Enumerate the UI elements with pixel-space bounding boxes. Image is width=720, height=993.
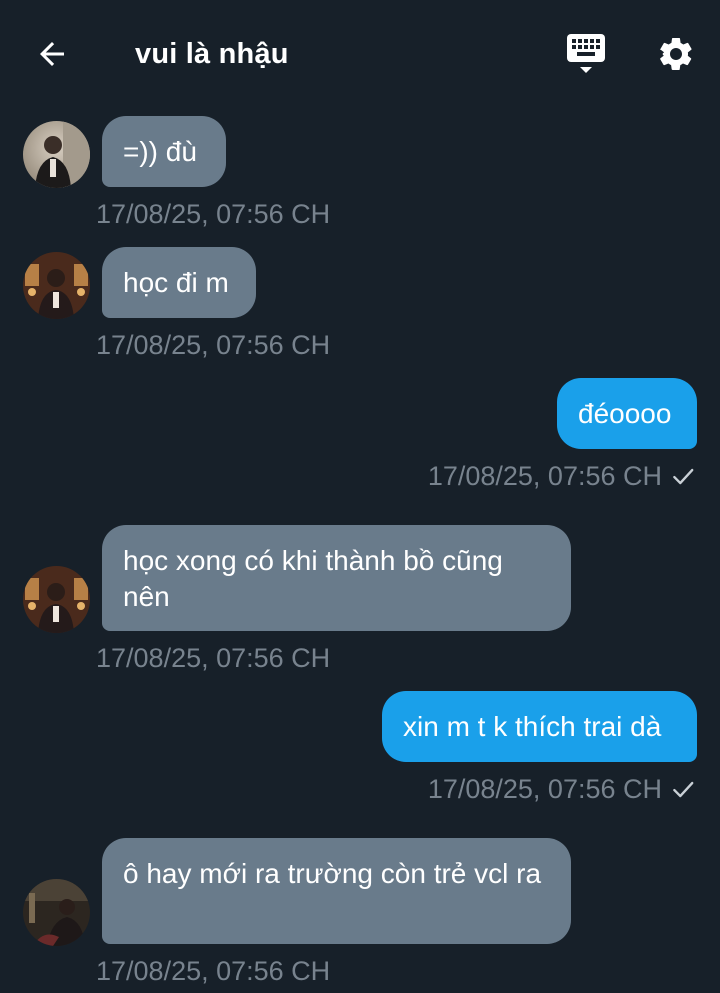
message-timestamp: 17/08/25, 07:56 CH <box>96 643 331 673</box>
outgoing-message-bubble[interactable]: xin m t k thích trai dà <box>382 691 697 762</box>
message-text: học đi m <box>123 266 229 298</box>
message-timestamp-row: 17/08/25, 07:56 CH <box>428 459 696 493</box>
message-timestamp: 17/08/25, 07:56 CH <box>96 199 331 229</box>
message-timestamp: 17/08/25, 07:56 CH <box>427 774 662 804</box>
arrow-left-icon <box>40 42 64 66</box>
keyboard-icon <box>567 34 605 73</box>
message-timestamp: 17/08/25, 07:56 CH <box>427 461 662 491</box>
incoming-message-bubble[interactable]: học đi m <box>102 247 256 318</box>
sender-avatar[interactable] <box>23 566 90 633</box>
incoming-message-bubble[interactable]: ô hay mới ra trường còn trẻ vcl ra <box>102 838 571 944</box>
keyboard-button[interactable] <box>560 28 612 80</box>
message-text: ô hay mới ra trường còn trẻ vcl ra <box>123 858 542 889</box>
incoming-message-bubble[interactable]: học xong có khi thành bồ cũng nên <box>102 525 571 631</box>
sender-avatar[interactable] <box>23 252 90 319</box>
sender-avatar[interactable] <box>23 121 90 188</box>
message-text: xin m t k thích trai dà <box>403 710 662 742</box>
sender-avatar[interactable] <box>23 879 90 946</box>
message-text: =)) đù <box>123 135 197 167</box>
gear-icon <box>659 37 692 70</box>
incoming-message-bubble[interactable]: =)) đù <box>102 116 226 187</box>
chat-title: vui là nhậu <box>135 38 289 70</box>
chat-header: vui là nhậu <box>0 0 720 106</box>
message-timestamp-row: 17/08/25, 07:56 CH <box>428 772 696 806</box>
message-text: đéoooo <box>578 397 672 429</box>
outgoing-message-bubble[interactable]: đéoooo <box>557 378 697 449</box>
message-timestamp: 17/08/25, 07:56 CH <box>96 956 331 986</box>
message-timestamp: 17/08/25, 07:56 CH <box>96 330 331 360</box>
message-text: học xong có khi thành bồ cũng nên <box>123 545 503 612</box>
back-button[interactable] <box>28 30 76 78</box>
sent-check-icon <box>673 468 694 485</box>
sent-check-icon <box>673 781 694 798</box>
settings-button[interactable] <box>650 28 702 80</box>
